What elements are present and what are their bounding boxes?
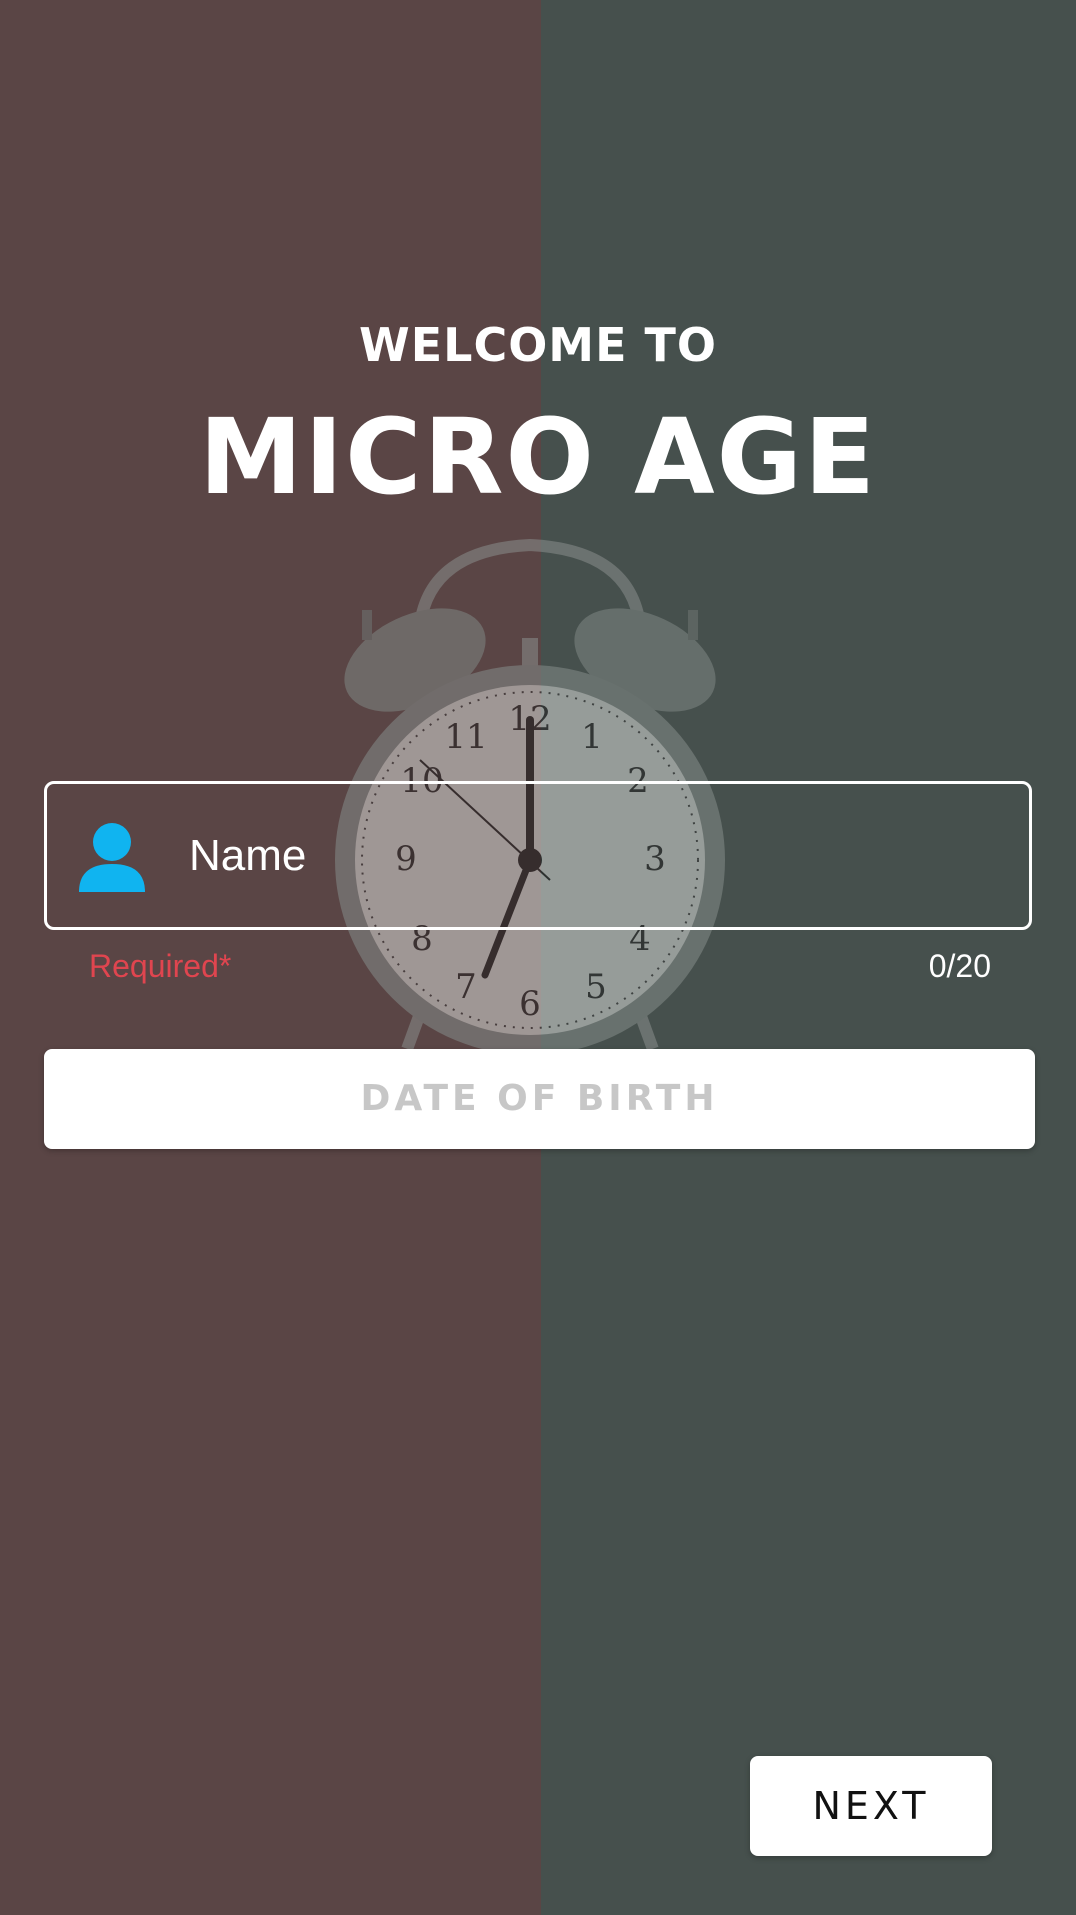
svg-text:6: 6 — [519, 984, 541, 1024]
person-icon — [77, 822, 147, 894]
character-counter: 0/20 — [928, 948, 991, 984]
app-title: MICRO AGE — [198, 396, 878, 518]
name-input[interactable] — [189, 784, 989, 927]
svg-text:11: 11 — [444, 717, 487, 757]
name-field[interactable] — [44, 781, 1032, 930]
name-field-helper-row: Required* 0/20 — [89, 948, 991, 985]
welcome-heading: WELCOME TO — [358, 318, 718, 372]
svg-text:1: 1 — [581, 717, 603, 757]
next-button[interactable]: NEXT — [750, 1756, 992, 1856]
date-of-birth-button[interactable]: DATE OF BIRTH — [44, 1049, 1035, 1149]
required-helper-text: Required* — [89, 948, 232, 984]
